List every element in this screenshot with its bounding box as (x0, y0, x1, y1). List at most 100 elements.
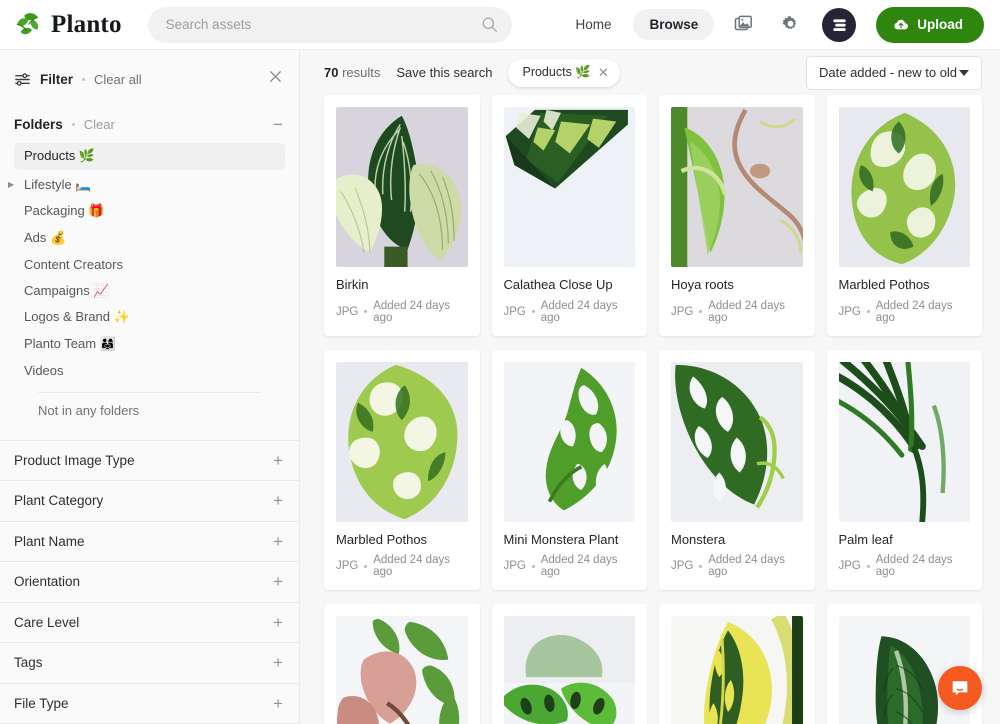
asset-card[interactable]: Calathea Close Up JPG Added 24 days ago (491, 95, 647, 336)
user-avatar[interactable] (822, 7, 857, 42)
asset-thumbnail[interactable] (336, 616, 468, 724)
folder-item[interactable]: Planto Team 👨‍👩‍👧 (14, 331, 285, 358)
folder-item-label: Packaging 🎁 (24, 203, 105, 219)
asset-subtitle: JPG Added 24 days ago (504, 554, 636, 578)
asset-subtitle: JPG Added 24 days ago (336, 300, 468, 324)
folder-item-label: Videos (24, 362, 64, 378)
asset-thumbnail[interactable] (671, 107, 803, 267)
asset-meta: Calathea Close Up JPG Added 24 days ago (504, 267, 636, 336)
nav-link-home[interactable]: Home (559, 9, 627, 40)
folders-clear-button[interactable]: Clear (84, 117, 115, 132)
asset-thumbnail[interactable] (503, 616, 635, 724)
asset-card[interactable] (659, 604, 815, 724)
folder-item[interactable]: Packaging 🎁 (14, 198, 285, 225)
asset-card[interactable] (324, 604, 480, 724)
remove-filter-icon[interactable]: ✕ (598, 66, 609, 79)
results-count-suffix: results (338, 65, 381, 80)
active-filter-chip-label: Products 🌿 (522, 65, 591, 79)
asset-thumbnail[interactable] (503, 107, 635, 267)
folder-item[interactable]: Content Creators (14, 251, 285, 278)
chevron-right-icon[interactable]: ▶ (8, 180, 20, 189)
plus-icon[interactable]: + (273, 654, 283, 671)
chat-launcher-button[interactable] (938, 666, 982, 710)
asset-thumbnail[interactable] (336, 361, 468, 522)
facet-row[interactable]: Orientation + (0, 562, 299, 603)
asset-thumbnail[interactable] (671, 361, 803, 522)
clear-all-button[interactable]: Clear all (94, 72, 142, 87)
folder-item[interactable]: Ads 💰 (14, 225, 285, 252)
active-filter-chip[interactable]: Products 🌿 ✕ (508, 58, 620, 87)
top-nav: Home Browse Upload (559, 6, 984, 43)
filter-sliders-icon[interactable] (14, 71, 31, 88)
search-input[interactable] (165, 17, 481, 32)
asset-card[interactable]: Birkin JPG Added 24 days ago (324, 95, 480, 336)
facet-row[interactable]: Plant Category + (0, 481, 299, 522)
asset-added: Added 24 days ago (875, 554, 953, 579)
asset-added: Added 24 days ago (708, 299, 785, 324)
asset-filetype: JPG (671, 305, 694, 318)
asset-thumbnail[interactable] (336, 107, 468, 267)
images-icon[interactable] (728, 9, 760, 41)
asset-subtitle: JPG Added 24 days ago (504, 300, 636, 324)
asset-added: Added 24 days ago (540, 554, 618, 579)
asset-filetype: JPG (838, 305, 861, 318)
sort-dropdown[interactable]: Date added - new to old (806, 55, 982, 90)
asset-added: Added 24 days ago (373, 299, 450, 324)
asset-card[interactable]: Hoya roots JPG Added 24 days ago (659, 95, 815, 336)
asset-thumbnail[interactable] (503, 361, 635, 522)
cloud-upload-icon (894, 19, 909, 29)
plus-icon[interactable]: + (273, 533, 283, 550)
asset-added: Added 24 days ago (373, 554, 450, 579)
facet-row[interactable]: Care Level + (0, 603, 299, 643)
folder-item-not-in-any[interactable]: Not in any folders (28, 393, 271, 428)
plus-icon[interactable]: + (273, 573, 283, 590)
asset-meta: Palm leaf JPG Added 24 days ago (839, 522, 971, 591)
gear-icon[interactable] (774, 9, 806, 41)
facet-label: Plant Name (14, 533, 85, 549)
facet-label: Care Level (14, 614, 80, 630)
folders-collapse-toggle[interactable]: − (273, 116, 283, 133)
plus-icon[interactable]: + (273, 492, 283, 509)
filter-title: Filter (40, 71, 74, 87)
folder-item-label: Ads 💰 (24, 229, 67, 245)
folder-item[interactable]: Campaigns 📈 (14, 278, 285, 305)
search-icon[interactable] (481, 16, 498, 33)
folder-list: Products 🌿 ▶ Lifestyle 🛏️ Packaging 🎁 Ads 💰 C… (0, 143, 299, 434)
asset-card[interactable]: Marbled Pothos JPG Added 24 days ago (826, 95, 982, 336)
asset-thumbnail[interactable] (671, 616, 803, 724)
plus-icon[interactable]: + (273, 614, 283, 631)
asset-card[interactable]: Marbled Pothos JPG Added 24 days ago (324, 349, 480, 591)
folder-item-label: Content Creators (24, 256, 123, 272)
asset-card[interactable]: Mini Monstera Plant JPG Added 24 days ago (491, 349, 647, 591)
facet-row[interactable]: Plant Name + (0, 522, 299, 562)
asset-thumbnail[interactable] (838, 107, 970, 267)
asset-card[interactable]: Monstera JPG Added 24 days ago (659, 349, 815, 591)
chat-bubble-icon (952, 681, 968, 696)
nav-link-browse[interactable]: Browse (633, 9, 715, 40)
folder-item[interactable]: ▶ Lifestyle 🛏️ (8, 172, 285, 199)
asset-grid-scroll[interactable]: Birkin JPG Added 24 days ago Calathea Close… (300, 95, 1000, 724)
folder-item-label: Planto Team 👨‍👩‍👧 (24, 335, 116, 351)
asset-card[interactable]: Palm leaf JPG Added 24 days ago (826, 349, 982, 591)
folder-item[interactable]: Logos & Brand ✨ (14, 304, 285, 331)
facet-row[interactable]: Product Image Type + (0, 441, 299, 481)
asset-title: Mini Monstera Plant (503, 531, 619, 547)
folder-item-label: Campaigns 📈 (24, 282, 110, 298)
plus-icon[interactable]: + (273, 695, 283, 712)
asset-filetype: JPG (503, 560, 526, 573)
facet-row[interactable]: Tags + (0, 643, 299, 684)
asset-thumbnail[interactable] (838, 361, 970, 522)
folder-item[interactable]: Videos (14, 357, 285, 384)
results-count: 70 results (324, 65, 380, 80)
asset-filetype: JPG (336, 305, 359, 318)
brand-logo[interactable]: Planto (14, 10, 122, 40)
facet-row[interactable]: File Type + (0, 684, 299, 724)
upload-button[interactable]: Upload (876, 6, 984, 43)
save-this-search-button[interactable]: Save this search (396, 65, 492, 80)
facet-list: Product Image Type + Plant Category + Plant … (0, 439, 299, 724)
folder-item[interactable]: Products 🌿 (14, 143, 285, 170)
asset-card[interactable] (491, 604, 647, 724)
search-bar[interactable] (147, 6, 512, 43)
plus-icon[interactable]: + (273, 452, 283, 469)
close-icon[interactable] (268, 69, 283, 89)
